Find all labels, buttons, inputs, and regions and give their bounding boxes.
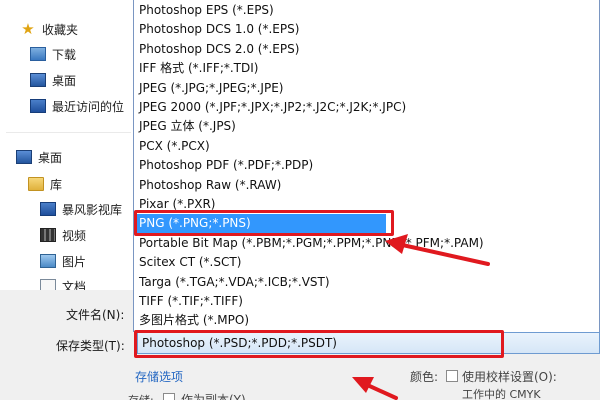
- nav-label: 视频: [62, 228, 87, 243]
- file-type-option[interactable]: JPEG (*.JPG;*.JPEG;*.JPE): [134, 79, 599, 98]
- recent-places-icon: [30, 99, 46, 113]
- file-type-dropdown[interactable]: Photoshop EPS (*.EPS) Photoshop DCS 1.0 …: [133, 0, 600, 332]
- file-type-option[interactable]: 多图片格式 (*.MPO): [134, 311, 599, 330]
- nav-label: 图片: [62, 254, 87, 269]
- nav-video-library[interactable]: 暴风影视库: [40, 198, 122, 220]
- nav-label: 桌面: [38, 150, 63, 165]
- color-label: 颜色:: [410, 370, 439, 384]
- library-folder-icon: [28, 177, 44, 191]
- nav-label: 文档: [62, 279, 87, 291]
- file-type-option[interactable]: Targa (*.TGA;*.VDA;*.ICB;*.VST): [134, 273, 599, 292]
- nav-favorites[interactable]: ★ 收藏夹: [20, 18, 78, 40]
- download-folder-icon: [30, 47, 46, 61]
- file-type-option[interactable]: JPEG 2000 (*.JPF;*.JPX;*.JP2;*.J2C;*.J2K…: [134, 98, 599, 117]
- nav-desktop[interactable]: 桌面: [16, 146, 62, 168]
- nav-label: 最近访问的位: [52, 99, 125, 114]
- file-type-option[interactable]: Photoshop DCS 1.0 (*.EPS): [134, 20, 599, 39]
- store-label: 存储:: [128, 392, 154, 400]
- proof-setup-label: 使用校样设置(O):: [462, 370, 557, 384]
- nav-label: 桌面: [52, 73, 77, 88]
- file-type-option[interactable]: Portable Bit Map (*.PBM;*.PGM;*.PPM;*.PN…: [134, 234, 599, 253]
- pictures-icon: [40, 254, 56, 268]
- as-copy-checkbox[interactable]: [163, 393, 175, 400]
- nav-label: 下载: [52, 47, 77, 62]
- nav-label: 暴风影视库: [62, 202, 123, 217]
- file-type-option[interactable]: Photoshop Raw (*.RAW): [134, 176, 599, 195]
- nav-videos[interactable]: 视频: [40, 224, 86, 246]
- file-type-option[interactable]: JPEG 立体 (*.JPS): [134, 117, 599, 136]
- file-type-option[interactable]: Photoshop DCS 2.0 (*.EPS): [134, 40, 599, 59]
- navigation-pane: ★ 收藏夹 下载 桌面 最近访问的位 桌面 库 暴风影视库 视频 图片 文档: [0, 0, 135, 290]
- proof-setup-value: 工作中的 CMYK: [462, 388, 541, 400]
- file-type-option[interactable]: PCX (*.PCX): [134, 137, 599, 156]
- nav-documents[interactable]: 文档: [40, 275, 86, 290]
- file-type-option[interactable]: Scitex CT (*.SCT): [134, 253, 599, 272]
- file-type-option[interactable]: IFF 格式 (*.IFF;*.TDI): [134, 59, 599, 78]
- nav-desktop-fav[interactable]: 桌面: [30, 69, 76, 91]
- nav-pictures[interactable]: 图片: [40, 250, 86, 272]
- nav-label: 收藏夹: [42, 22, 79, 37]
- as-copy-label: 作为副本(Y): [181, 393, 246, 400]
- file-type-option[interactable]: TIFF (*.TIF;*.TIFF): [134, 292, 599, 311]
- save-options-heading: 存储选项: [135, 370, 184, 384]
- file-type-option[interactable]: Photoshop PDF (*.PDF;*.PDP): [134, 156, 599, 175]
- documents-icon: [40, 279, 56, 290]
- file-type-option[interactable]: Photoshop EPS (*.EPS): [134, 1, 599, 20]
- nav-label: 库: [50, 177, 63, 192]
- savetype-highlight-box: [134, 330, 504, 358]
- desktop-icon: [16, 150, 32, 164]
- nav-libraries[interactable]: 库: [28, 173, 62, 195]
- png-highlight-box: [134, 210, 394, 236]
- video-icon: [40, 228, 56, 242]
- nav-downloads[interactable]: 下载: [30, 43, 76, 65]
- savetype-label: 保存类型(T):: [56, 339, 125, 353]
- proof-setup-checkbox[interactable]: [446, 370, 458, 382]
- nav-divider: [6, 132, 131, 133]
- desktop-icon: [30, 73, 46, 87]
- nav-recent-places[interactable]: 最近访问的位: [30, 95, 124, 117]
- star-icon: ★: [21, 20, 35, 38]
- video-library-icon: [40, 202, 56, 216]
- filename-label: 文件名(N):: [66, 308, 125, 322]
